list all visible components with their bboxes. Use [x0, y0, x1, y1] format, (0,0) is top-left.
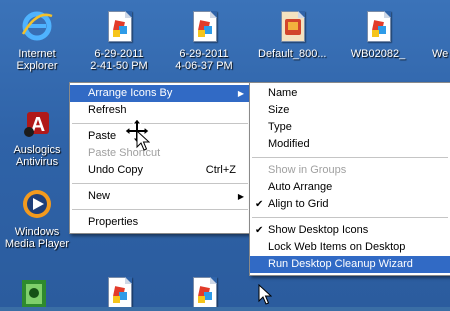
menu-item-label: Lock Web Items on Desktop	[268, 241, 406, 253]
arrange-icons-submenu: Name Size Type Modified Show in Groups A…	[249, 82, 450, 276]
desktop-icon-label: Default_800...	[258, 48, 327, 60]
menu-item-properties[interactable]: Properties	[70, 214, 250, 231]
menu-item-label: Align to Grid	[268, 198, 329, 210]
submenu-item-size[interactable]: Size	[250, 102, 450, 119]
menu-item-label: Paste	[88, 130, 117, 142]
desktop-icon-file[interactable]	[85, 276, 153, 307]
desktop-icon-windows-media-player[interactable]: Windows Media Player	[3, 188, 71, 250]
desktop-icon-label: We	[432, 48, 449, 60]
submenu-item-run-desktop-cleanup-wizard[interactable]: Run Desktop Cleanup Wizard	[250, 256, 450, 273]
desktop-icon-file[interactable]: WB02082_	[344, 10, 412, 60]
auslogics-antivirus-icon: A	[21, 106, 53, 138]
image-file-icon	[188, 276, 220, 307]
image-file-icon	[188, 10, 220, 42]
menu-item-label: Auto Arrange	[268, 181, 333, 193]
windows-media-player-icon	[21, 188, 53, 220]
submenu-item-show-in-groups: Show in Groups	[250, 162, 450, 179]
menu-item-label: Modified	[268, 138, 310, 150]
menu-item-label: New	[88, 190, 111, 202]
menu-item-label: Arrange Icons By	[88, 87, 173, 99]
menu-separator	[72, 209, 248, 210]
desktop-icon-file[interactable]: Default_800...	[258, 10, 327, 60]
submenu-arrow-icon: ▶	[237, 89, 244, 98]
checkmark-icon: ✔	[255, 225, 264, 236]
menu-item-arrange-icons-by[interactable]: Arrange Icons By ▶	[70, 85, 250, 102]
desktop-icon-internet-explorer[interactable]: Internet Explorer	[3, 10, 71, 72]
menu-item-shortcut: Ctrl+Z	[205, 164, 236, 176]
menu-separator	[72, 183, 248, 184]
image-file-icon	[424, 10, 450, 42]
internet-explorer-icon	[21, 10, 53, 42]
menu-separator	[252, 157, 448, 158]
menu-item-refresh[interactable]: Refresh	[70, 102, 250, 119]
menu-item-paste[interactable]: Paste	[70, 128, 250, 145]
submenu-item-modified[interactable]: Modified	[250, 136, 450, 153]
desktop-icon-label: Auslogics Antivirus	[13, 144, 61, 168]
submenu-arrow-icon: ▶	[237, 192, 244, 201]
submenu-item-name[interactable]: Name	[250, 85, 450, 102]
menu-separator	[252, 217, 448, 218]
desktop-icon-file[interactable]: 6-29-2011 2-41-50 PM	[85, 10, 153, 72]
checkmark-icon: ✔	[255, 199, 264, 210]
desktop-context-menu: Arrange Icons By ▶ Refresh Paste Paste S…	[69, 82, 251, 234]
desktop-icon-file[interactable]	[170, 276, 238, 307]
menu-item-label: Undo Copy	[88, 164, 144, 176]
menu-item-label: Show in Groups	[268, 164, 347, 176]
menu-item-new[interactable]: New ▶	[70, 188, 250, 205]
desktop-icon-label: 6-29-2011 4-06-37 PM	[175, 48, 233, 72]
arrow-cursor-icon	[136, 129, 151, 157]
menu-item-label: Run Desktop Cleanup Wizard	[268, 258, 413, 270]
menu-item-label: Size	[268, 104, 290, 116]
desktop-icon-label: Windows Media Player	[4, 226, 70, 250]
image-file-icon	[276, 10, 308, 42]
menu-item-label: Name	[268, 87, 298, 99]
menu-item-label: Refresh	[88, 104, 127, 116]
menu-item-paste-shortcut: Paste Shortcut	[70, 145, 250, 162]
desktop-icon-label: 6-29-2011 2-41-50 PM	[90, 48, 148, 72]
menu-item-undo-copy[interactable]: Undo Copy Ctrl+Z	[70, 162, 250, 179]
menu-separator	[72, 123, 248, 124]
desktop-icon-label: Internet Explorer	[16, 48, 58, 72]
submenu-item-type[interactable]: Type	[250, 119, 450, 136]
desktop-icon-file[interactable]: We	[421, 10, 450, 60]
submenu-item-show-desktop-icons[interactable]: ✔ Show Desktop Icons	[250, 222, 450, 239]
desktop-icon-label: WB02082_	[350, 48, 406, 60]
image-file-icon	[103, 276, 135, 307]
menu-item-label: Type	[268, 121, 292, 133]
menu-item-label: Properties	[88, 216, 139, 228]
installer-icon[interactable]	[20, 276, 50, 307]
submenu-item-lock-web-items[interactable]: Lock Web Items on Desktop	[250, 239, 450, 256]
submenu-item-align-to-grid[interactable]: ✔ Align to Grid	[250, 196, 450, 213]
submenu-item-auto-arrange[interactable]: Auto Arrange	[250, 179, 450, 196]
desktop-icon-file[interactable]: 6-29-2011 4-06-37 PM	[170, 10, 238, 72]
image-file-icon	[362, 10, 394, 42]
image-file-icon	[103, 10, 135, 42]
desktop-icon-auslogics-antivirus[interactable]: A Auslogics Antivirus	[3, 106, 71, 168]
menu-item-label: Show Desktop Icons	[268, 224, 369, 236]
